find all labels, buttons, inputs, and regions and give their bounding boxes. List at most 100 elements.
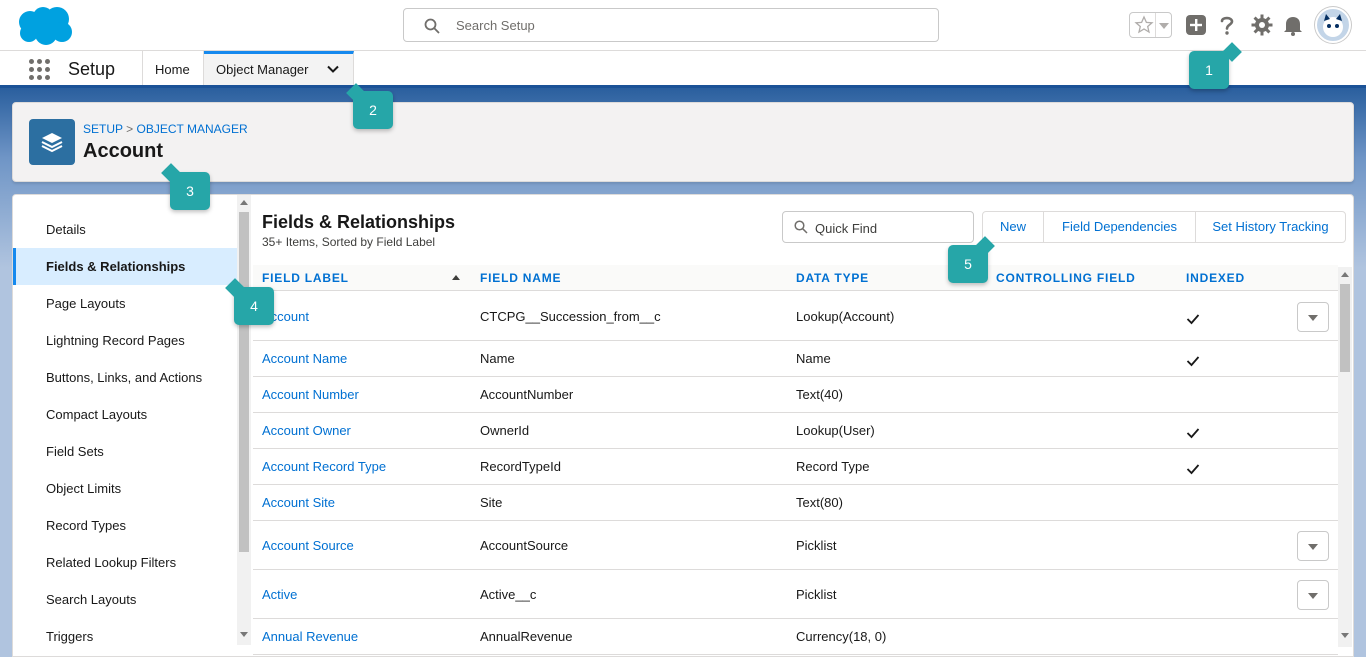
navigation-bar: Setup Home Object Manager: [0, 51, 1366, 88]
sidebar-item-triggers[interactable]: Triggers: [13, 618, 237, 655]
new-button[interactable]: New: [983, 212, 1043, 242]
column-header-data-type[interactable]: DATA TYPE: [796, 271, 869, 285]
table-row: Account Source AccountSource Picklist: [253, 521, 1338, 570]
row-actions-menu-button[interactable]: [1297, 531, 1329, 561]
tab-object-manager[interactable]: Object Manager: [204, 51, 354, 85]
notifications-bell-icon[interactable]: [1282, 14, 1304, 36]
chevron-down-icon[interactable]: [326, 62, 340, 76]
quick-find-input[interactable]: Quick Find: [782, 211, 974, 243]
callout-3: 3: [170, 172, 210, 210]
field-dependencies-button[interactable]: Field Dependencies: [1043, 212, 1195, 242]
row-actions-menu-button[interactable]: [1297, 580, 1329, 610]
sidebar-item-object-limits[interactable]: Object Limits: [13, 470, 237, 507]
app-name: Setup: [68, 59, 116, 79]
table-row: Account Record Type RecordTypeId Record Ty…: [253, 449, 1338, 485]
field-label-link[interactable]: Account Number: [262, 387, 359, 402]
favorites-button[interactable]: [1129, 12, 1172, 38]
table-row: Account Owner OwnerId Lookup(User): [253, 413, 1338, 449]
section-subtitle: 35+ Items, Sorted by Field Label: [262, 235, 436, 249]
sidebar-item-related-lookup-filters[interactable]: Related Lookup Filters: [13, 544, 237, 581]
table-header: FIELD LABEL FIELD NAME DATA TYPE CONTROL…: [253, 265, 1338, 291]
field-label-link[interactable]: Active: [262, 587, 297, 602]
field-data-type: Currency(18, 0): [796, 629, 887, 644]
field-api-name: Active__c: [480, 587, 537, 602]
setup-gear-icon[interactable]: [1251, 14, 1273, 36]
field-api-name: AnnualRevenue: [480, 629, 573, 644]
object-page-header: SETUP > OBJECT MANAGER Account: [12, 102, 1354, 182]
column-header-indexed[interactable]: INDEXED: [1186, 271, 1245, 285]
field-data-type: Record Type: [796, 459, 870, 474]
set-history-tracking-button[interactable]: Set History Tracking: [1195, 212, 1345, 242]
table-row: Annual Revenue AnnualRevenue Currency(18, …: [253, 619, 1338, 655]
field-label-link[interactable]: Account Owner: [262, 423, 351, 438]
scroll-down-arrow-icon[interactable]: [1341, 633, 1349, 638]
field-data-type: Picklist: [796, 538, 837, 553]
scrollbar-thumb[interactable]: [1340, 284, 1350, 372]
sidebar-item-page-layouts[interactable]: Page Layouts: [13, 285, 237, 322]
chevron-down-icon[interactable]: [1159, 23, 1169, 29]
field-label-link[interactable]: Account Name: [262, 351, 347, 366]
row-actions-menu-button[interactable]: [1297, 302, 1329, 332]
help-icon[interactable]: [1216, 14, 1238, 36]
object-sidebar: Details Fields & Relationships Page Layo…: [13, 195, 251, 656]
quick-find-placeholder: Quick Find: [815, 221, 878, 236]
table-row: Account Site Site Text(80): [253, 485, 1338, 521]
table-row: Account Number AccountNumber Text(40): [253, 377, 1338, 413]
field-data-type: Lookup(User): [796, 423, 875, 438]
callout-4: 4: [234, 287, 274, 325]
field-api-name: RecordTypeId: [480, 459, 561, 474]
page-title: Account: [83, 140, 163, 162]
checkmark-icon: [1186, 464, 1200, 475]
sidebar-item-search-layouts[interactable]: Search Layouts: [13, 581, 237, 618]
breadcrumb-object-manager[interactable]: OBJECT MANAGER: [137, 122, 248, 136]
section-title: Fields & Relationships: [262, 212, 456, 232]
star-icon: [1134, 15, 1154, 34]
breadcrumb-setup[interactable]: SETUP: [83, 122, 123, 136]
global-search-input[interactable]: Search Setup: [403, 8, 939, 42]
tab-home[interactable]: Home: [142, 51, 204, 85]
field-data-type: Picklist: [796, 587, 837, 602]
field-label-link[interactable]: Account Record Type: [262, 459, 386, 474]
field-label-link[interactable]: Annual Revenue: [262, 629, 358, 644]
scrollbar-thumb[interactable]: [239, 212, 249, 552]
search-placeholder: Search Setup: [456, 18, 535, 33]
column-header-field-name[interactable]: FIELD NAME: [480, 271, 561, 285]
sidebar-item-buttons-links-actions[interactable]: Buttons, Links, and Actions: [13, 359, 237, 396]
field-api-name: OwnerId: [480, 423, 530, 438]
checkmark-icon: [1186, 356, 1200, 367]
field-data-type: Text(40): [796, 387, 843, 402]
field-data-type: Text(80): [796, 495, 843, 510]
field-api-name: CTCPG__Succession_from__c: [480, 309, 661, 324]
checkmark-icon: [1186, 314, 1200, 325]
astro-avatar-icon: [1323, 14, 1343, 37]
sidebar-scrollbar[interactable]: [237, 195, 251, 645]
sidebar-item-field-sets[interactable]: Field Sets: [13, 433, 237, 470]
sidebar-item-compact-layouts[interactable]: Compact Layouts: [13, 396, 237, 433]
field-label-link[interactable]: Account Site: [262, 495, 335, 510]
app-launcher-icon[interactable]: [29, 59, 51, 81]
column-header-field-label[interactable]: FIELD LABEL: [262, 271, 349, 285]
scroll-up-arrow-icon[interactable]: [1341, 272, 1349, 277]
field-api-name: Name: [480, 351, 515, 366]
sidebar-item-record-types[interactable]: Record Types: [13, 507, 237, 544]
scroll-down-arrow-icon[interactable]: [240, 632, 248, 637]
scroll-up-arrow-icon[interactable]: [240, 200, 248, 205]
table-row: Active Active__c Picklist: [253, 570, 1338, 619]
sidebar-item-lightning-record-pages[interactable]: Lightning Record Pages: [13, 322, 237, 359]
column-header-controlling-field[interactable]: CONTROLLING FIELD: [996, 271, 1136, 285]
field-label-link[interactable]: Account Source: [262, 538, 354, 553]
object-stack-icon: [29, 119, 75, 165]
global-header: Search Setup: [0, 0, 1366, 51]
field-data-type: Name: [796, 351, 831, 366]
sidebar-item-details[interactable]: Details: [13, 211, 237, 248]
user-avatar[interactable]: [1315, 7, 1351, 43]
field-api-name: Site: [480, 495, 503, 510]
table-scrollbar[interactable]: [1338, 267, 1352, 647]
salesforce-logo-icon[interactable]: [16, 6, 74, 46]
global-actions-add-icon[interactable]: [1185, 14, 1207, 36]
search-icon: [794, 220, 808, 234]
object-detail-card: Details Fields & Relationships Page Layo…: [12, 194, 1354, 657]
sort-ascending-icon[interactable]: [452, 275, 460, 280]
field-api-name: AccountSource: [480, 538, 569, 553]
sidebar-item-fields-relationships[interactable]: Fields & Relationships: [13, 248, 237, 285]
